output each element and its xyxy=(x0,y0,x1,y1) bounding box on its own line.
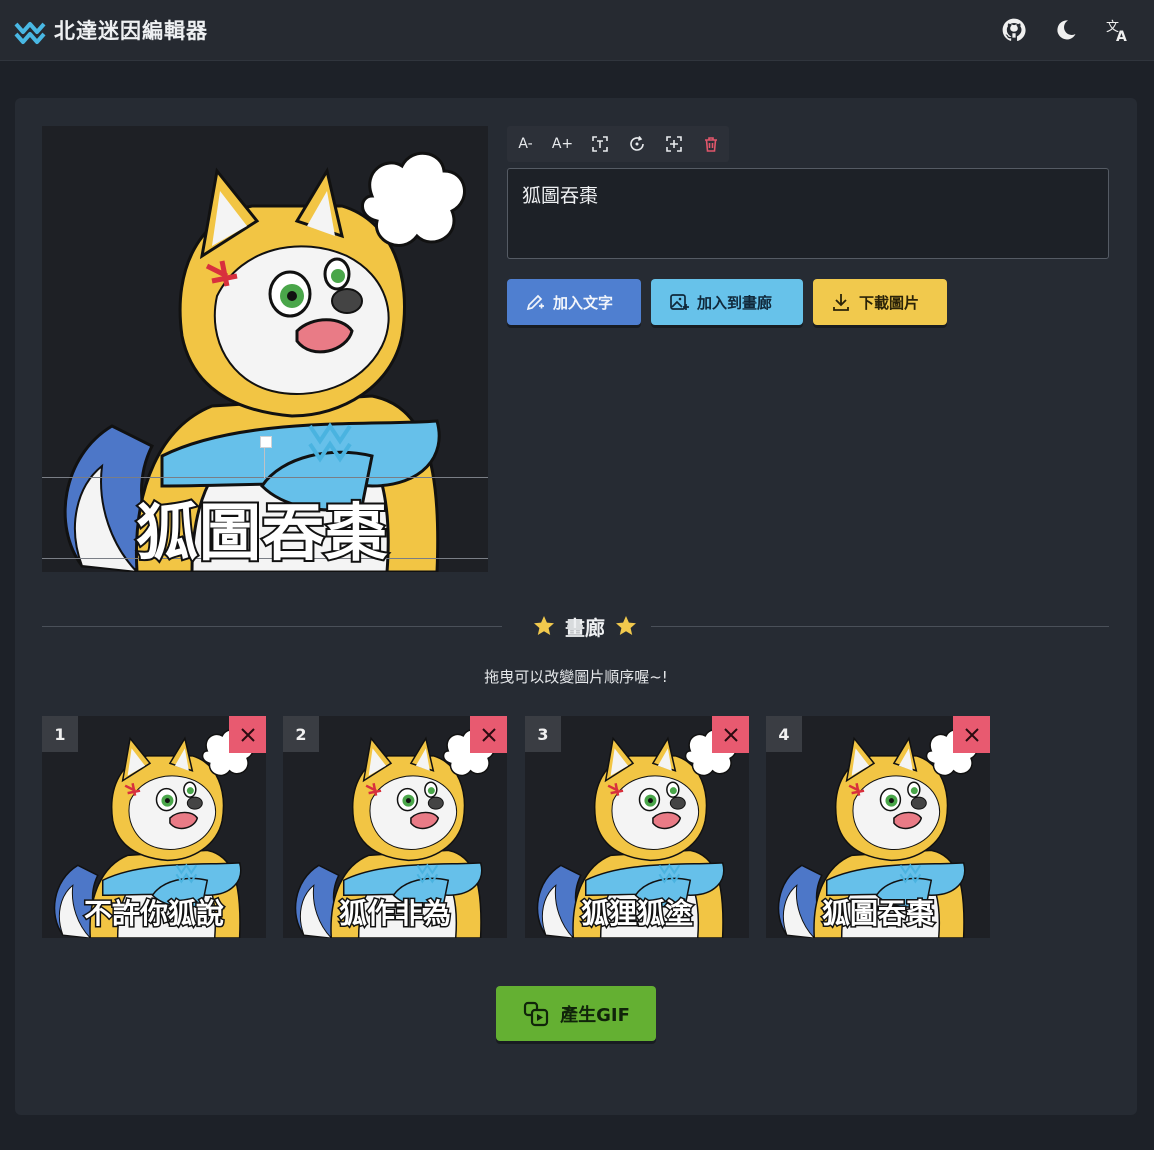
gallery-item-caption: 不許你狐說 xyxy=(82,896,225,932)
editor-panel: 狐圖吞棗 A- A+ 狐圖吞棗 加入文字 加入到畫廊 下載圖片 畫廊 拖曳可以改… xyxy=(15,98,1137,1115)
rotate-handle[interactable] xyxy=(260,436,272,448)
logo-icon xyxy=(14,22,46,44)
remove-item-button[interactable] xyxy=(229,716,266,753)
divider xyxy=(651,626,1109,627)
gif-icon xyxy=(524,1001,549,1026)
center-button[interactable] xyxy=(655,126,692,162)
moon-icon[interactable] xyxy=(1050,14,1082,46)
close-icon xyxy=(481,727,496,742)
center-icon xyxy=(665,136,682,152)
remove-item-button[interactable] xyxy=(712,716,749,753)
close-icon xyxy=(240,727,255,742)
gallery-item[interactable]: 2 狐作非為 xyxy=(283,716,507,938)
pencil-plus-icon xyxy=(526,294,544,311)
gallery-item[interactable]: 3 狐狸狐塗 xyxy=(525,716,749,938)
remove-item-button[interactable] xyxy=(953,716,990,753)
download-button[interactable]: 下載圖片 xyxy=(813,279,947,325)
canvas-preview[interactable]: 狐圖吞棗 xyxy=(42,126,488,572)
font-decrease-button[interactable]: A- xyxy=(507,126,544,162)
gallery-item-caption: 狐狸狐塗 xyxy=(579,896,694,932)
gallery-item[interactable]: 4 狐圖吞棗 xyxy=(766,716,990,938)
app-title: 北達迷因編輯器 xyxy=(54,19,208,43)
github-icon[interactable] xyxy=(998,14,1030,46)
gallery-item-caption: 狐作非為 xyxy=(337,896,452,932)
gallery-hint: 拖曳可以改變圖片順序喔~! xyxy=(484,668,668,686)
gallery-item-index: 4 xyxy=(766,716,802,752)
gallery-heading: 畫廊 xyxy=(515,612,655,640)
svg-text:A: A xyxy=(1116,29,1127,43)
brand[interactable]: 北達迷因編輯器 xyxy=(14,14,208,46)
gallery-item-index: 1 xyxy=(42,716,78,752)
divider xyxy=(42,626,502,627)
gallery-item-index: 3 xyxy=(525,716,561,752)
gallery-item-caption: 狐圖吞棗 xyxy=(820,896,935,932)
canvas-caption[interactable]: 狐圖吞棗 xyxy=(42,482,488,572)
remove-item-button[interactable] xyxy=(470,716,507,753)
generate-gif-button[interactable]: 產生GIF xyxy=(496,986,656,1041)
rotate-icon xyxy=(629,136,644,151)
rotate-button[interactable] xyxy=(618,126,655,162)
caption-input[interactable]: 狐圖吞棗 xyxy=(507,168,1109,259)
close-icon xyxy=(723,727,738,742)
gallery-item-index: 2 xyxy=(283,716,319,752)
translate-icon[interactable]: 文A xyxy=(1102,14,1134,46)
delete-text-button[interactable] xyxy=(692,126,729,162)
add-text-button[interactable]: 加入文字 xyxy=(507,279,641,325)
caption-selection[interactable]: 狐圖吞棗 xyxy=(42,436,488,571)
font-increase-button[interactable]: A+ xyxy=(544,126,581,162)
text-toolbar: A- A+ xyxy=(507,126,729,162)
rotate-handle-line xyxy=(264,448,265,478)
add-to-gallery-button[interactable]: 加入到畫廊 xyxy=(651,279,803,325)
text-frame-icon xyxy=(591,136,608,152)
star-icon xyxy=(616,616,636,635)
text-frame-button[interactable] xyxy=(581,126,618,162)
image-plus-icon xyxy=(670,294,689,310)
gallery-item[interactable]: 1 不許你狐說 xyxy=(42,716,266,938)
top-bar: 北達迷因編輯器 文A xyxy=(0,0,1154,61)
star-icon xyxy=(534,616,554,635)
trash-icon xyxy=(704,137,717,152)
download-icon xyxy=(833,294,849,311)
close-icon xyxy=(964,727,979,742)
